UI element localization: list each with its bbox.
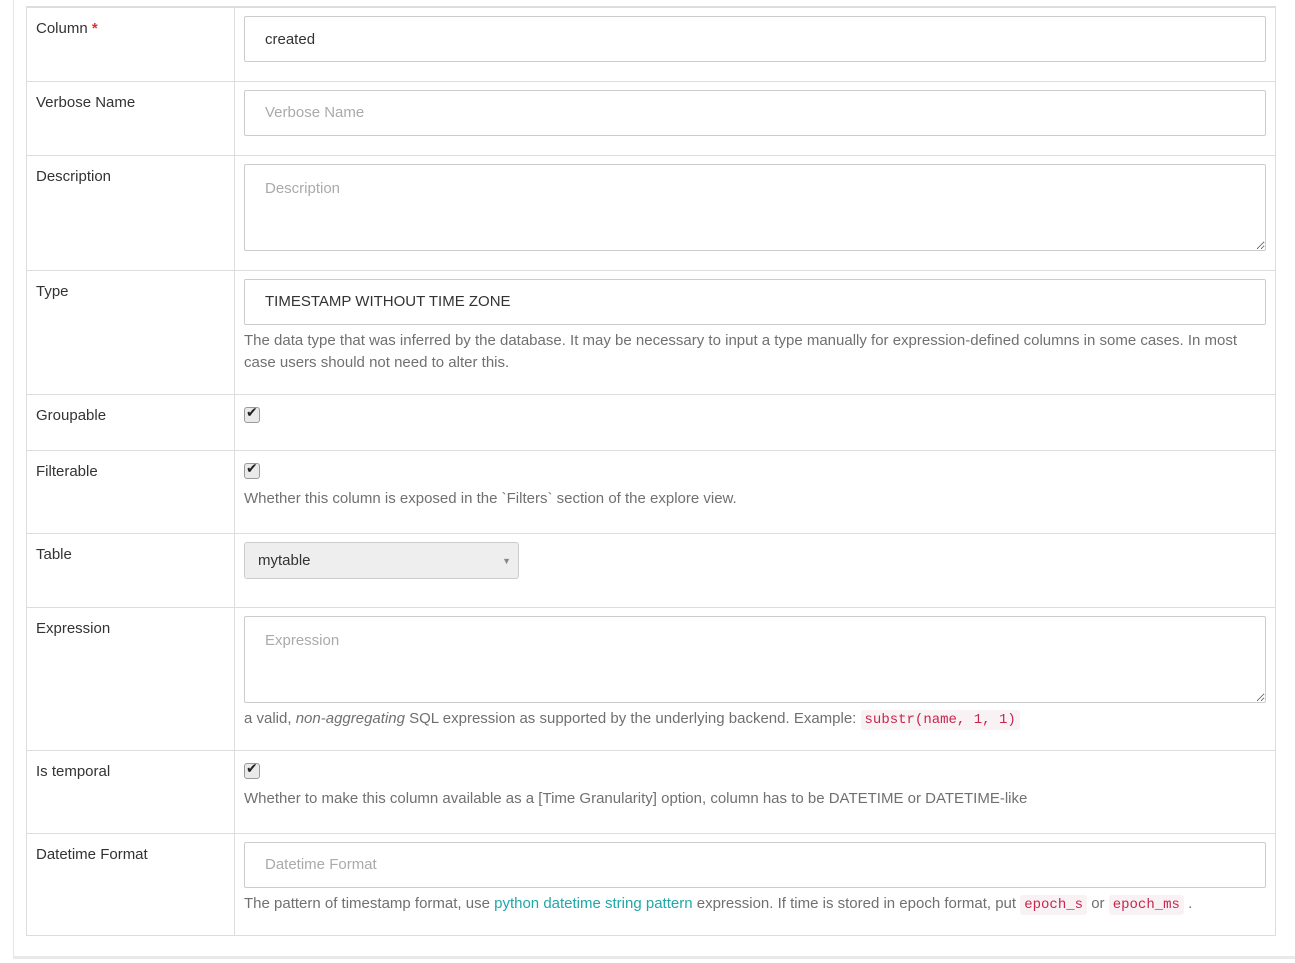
table-label: Table [36, 545, 72, 563]
description-label: Description [36, 167, 112, 185]
control-cell: mytable ▼ [234, 532, 1276, 608]
checkmark-icon: ✔ [246, 404, 258, 421]
filterable-checkbox[interactable]: ✔ [244, 460, 260, 479]
label-cell: Is temporal [26, 749, 235, 834]
row-type: Type The data type that was inferred by … [26, 269, 1276, 395]
column-label: Column [36, 20, 88, 37]
is-temporal-label: Is temporal [36, 762, 111, 780]
groupable-label: Groupable [36, 406, 107, 424]
label-cell: Description [26, 154, 235, 271]
control-cell [234, 6, 1276, 82]
expression-help-text: a valid, non-aggregating SQL expression … [244, 708, 1266, 731]
verbose-name-input[interactable] [244, 89, 1266, 136]
expression-label: Expression [36, 619, 111, 637]
control-cell: ✔ Whether this column is exposed in the … [234, 449, 1276, 534]
control-cell: The data type that was inferred by the d… [234, 269, 1276, 395]
expression-example-code: substr(name, 1, 1) [860, 709, 1020, 730]
row-datetime-format: Datetime Format The pattern of timestamp… [26, 832, 1276, 936]
column-input[interactable] [244, 16, 1266, 62]
python-datetime-pattern-link[interactable]: python datetime string pattern [494, 895, 692, 912]
datetime-help-or: or [1087, 894, 1109, 912]
expression-help-emphasis: non-aggregating [295, 709, 405, 727]
expression-help-prefix: a valid, [244, 709, 296, 727]
row-groupable: Groupable ✔ [26, 393, 1276, 451]
label-cell: Verbose Name [26, 80, 235, 156]
row-description: Description [26, 154, 1276, 271]
row-column: Column * [26, 6, 1276, 82]
table-select-value: mytable [258, 551, 311, 569]
datetime-help-end: . [1183, 894, 1193, 912]
label-cell: Column * [26, 6, 235, 82]
control-cell: The pattern of timestamp format, use pyt… [234, 832, 1276, 936]
caret-down-icon: ▼ [502, 555, 511, 566]
label-cell: Type [26, 269, 235, 395]
label-cell: Expression [26, 606, 235, 751]
groupable-checkbox[interactable]: ✔ [244, 404, 260, 423]
datetime-format-help-text: The pattern of timestamp format, use pyt… [244, 893, 1266, 916]
control-cell [234, 154, 1276, 271]
checkmark-icon: ✔ [246, 760, 258, 777]
expression-help-mid: SQL expression as supported by the under… [404, 709, 861, 727]
row-is-temporal: Is temporal ✔ Whether to make this colum… [26, 749, 1276, 834]
control-cell: ✔ Whether to make this column available … [234, 749, 1276, 834]
is-temporal-help-text: Whether to make this column available as… [244, 789, 1028, 807]
filterable-label: Filterable [36, 462, 98, 480]
description-textarea[interactable] [244, 163, 1266, 251]
checkmark-icon: ✔ [246, 460, 258, 477]
expression-textarea[interactable] [244, 615, 1266, 703]
control-cell: ✔ [234, 393, 1276, 451]
column-edit-form: Column * Verbose Name Description Type T… [26, 6, 1276, 936]
datetime-format-label: Datetime Format [36, 845, 148, 863]
epoch-s-code: epoch_s [1020, 894, 1088, 915]
control-cell [234, 80, 1276, 156]
label-cell: Filterable [26, 449, 235, 534]
label-cell: Groupable [26, 393, 235, 451]
control-cell: a valid, non-aggregating SQL expression … [234, 606, 1276, 751]
epoch-ms-code: epoch_ms [1108, 894, 1184, 915]
type-input[interactable] [244, 278, 1266, 325]
verbose-name-label: Verbose Name [36, 93, 136, 111]
datetime-format-input[interactable] [244, 841, 1266, 888]
row-table: Table mytable ▼ [26, 532, 1276, 608]
row-expression: Expression a valid, non-aggregating SQL … [26, 606, 1276, 751]
label-cell: Datetime Format [26, 832, 235, 936]
required-mark: * [91, 20, 98, 37]
row-filterable: Filterable ✔ Whether this column is expo… [26, 449, 1276, 534]
type-label: Type [36, 282, 69, 300]
is-temporal-checkbox[interactable]: ✔ [244, 760, 260, 779]
table-select[interactable]: mytable ▼ [244, 541, 519, 579]
filterable-help-text: Whether this column is exposed in the `F… [244, 489, 737, 507]
datetime-help-mid: expression. If time is stored in epoch f… [692, 894, 1021, 912]
label-cell: Table [26, 532, 235, 608]
row-verbose-name: Verbose Name [26, 80, 1276, 156]
datetime-help-prefix: The pattern of timestamp format, use [244, 894, 495, 912]
type-help-text: The data type that was inferred by the d… [244, 331, 1238, 371]
